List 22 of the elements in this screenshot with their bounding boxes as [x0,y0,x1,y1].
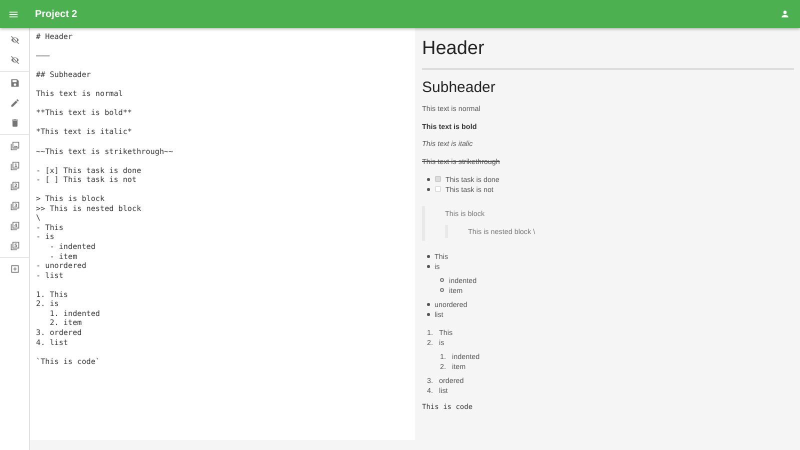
eye-off-icon[interactable] [10,35,20,45]
save-icon[interactable] [10,78,20,88]
account-icon[interactable] [780,9,790,19]
bullet-icon [427,313,430,316]
editor-field[interactable] [30,28,415,440]
bullet-icon [427,255,430,258]
eye-off-icon[interactable] [10,55,20,65]
checkbox[interactable] [434,186,440,192]
checkbox[interactable] [434,176,440,182]
bullet-icon [427,188,430,191]
heading: Header [422,38,484,60]
bullet-icon [440,288,444,292]
app-title: Project 2 [35,8,78,20]
pencil-icon[interactable] [10,98,20,108]
trash-icon[interactable] [10,118,20,128]
add-box-icon[interactable] [10,264,20,274]
bullet-icon [440,278,444,282]
subheading: Subheader [422,79,496,96]
bullet-icon [427,178,430,181]
bullet-icon [427,265,430,268]
bullet-icon [427,303,430,306]
image-stack-icon[interactable] [10,141,20,151]
